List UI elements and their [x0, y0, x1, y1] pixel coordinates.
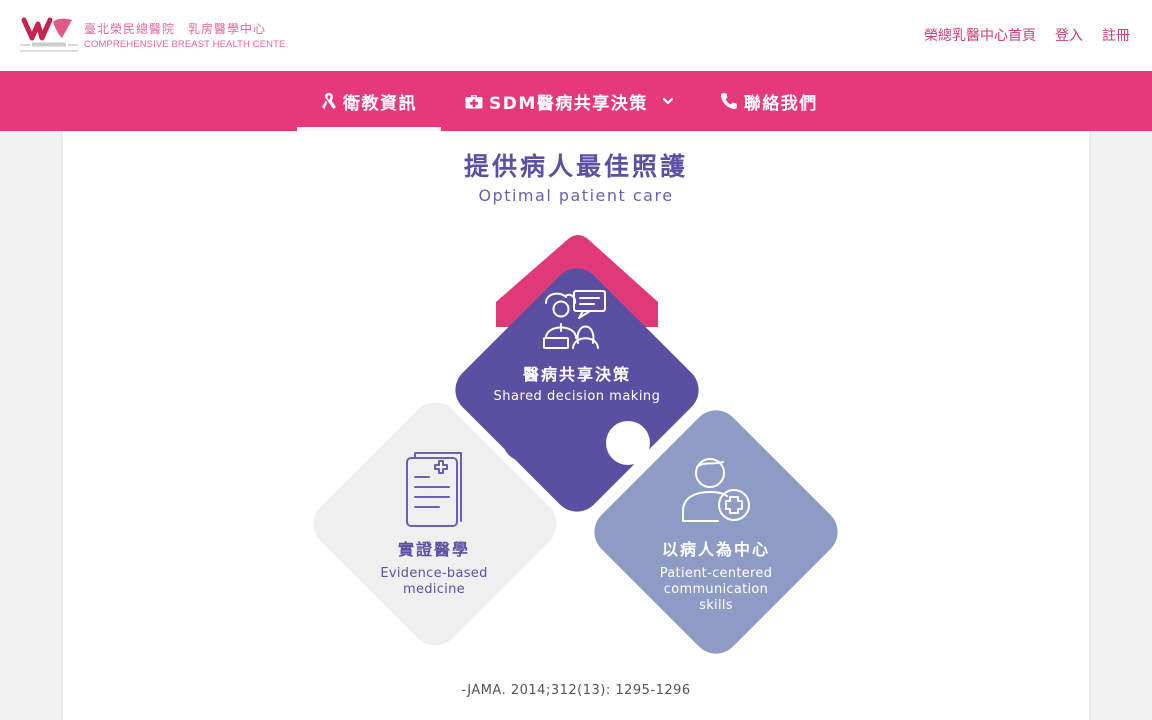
logo[interactable]: 臺北榮民總醫院 乳房醫學中心 COMPREHENSIVE BREAST HEAL… [20, 14, 285, 56]
evidence-based-subtitle-line2: medicine [403, 582, 465, 597]
ribbon-icon [322, 93, 336, 109]
nav-sdm-dropdown[interactable]: SDM醫病共享決策 [441, 71, 698, 131]
nav-sdm-label: SDM醫病共享決策 [489, 93, 648, 114]
evidence-based-subtitle-line1: Evidence-based [380, 566, 487, 581]
shared-decision-subtitle: Shared decision making [494, 389, 661, 404]
patient-centered-subtitle-line2: communication [664, 582, 768, 597]
logo-english-name: COMPREHENSIVE BREAST HEALTH CENTE [84, 39, 286, 50]
nav-contact-label: 聯絡我們 [743, 93, 818, 114]
patient-centered-title: 以病人為中心 [662, 540, 770, 559]
nav-health-education-label: 衛教資訊 [343, 93, 417, 114]
login-link[interactable]: 登入 [1055, 25, 1083, 45]
medical-kit-icon [465, 95, 483, 109]
chevron-down-icon [662, 97, 673, 105]
shared-decision-title: 醫病共享決策 [523, 365, 631, 384]
main-content: 提供病人最佳照護 Optimal patient care 醫病共享決策 Sha… [63, 131, 1089, 720]
logo-chinese-name: 臺北榮民總醫院 乳房醫學中心 [84, 22, 267, 36]
patient-centered-subtitle-line1: Patient-centered [660, 566, 773, 581]
nav-contact-us[interactable]: 聯絡我們 [698, 71, 842, 131]
patient-centered-subtitle-line3: skills [699, 598, 733, 613]
logo-mark-icon [20, 17, 78, 52]
nav-health-education[interactable]: 衛教資訊 [297, 71, 441, 131]
home-link[interactable]: 榮總乳醫中心首頁 [924, 25, 1036, 45]
phone-icon [720, 93, 737, 109]
citation: -JAMA. 2014;312(13): 1295-1296 [461, 683, 690, 698]
optimal-care-infographic: 提供病人最佳照護 Optimal patient care 醫病共享決策 Sha… [313, 152, 838, 698]
infographic-title-en: Optimal patient care [478, 186, 673, 205]
header: 臺北榮民總醫院 乳房醫學中心 COMPREHENSIVE BREAST HEAL… [0, 0, 1152, 71]
infographic-title-cn: 提供病人最佳照護 [464, 152, 688, 181]
register-link[interactable]: 註冊 [1102, 25, 1130, 45]
evidence-based-title: 實證醫學 [398, 540, 470, 559]
top-links: 榮總乳醫中心首頁 登入 註冊 [924, 25, 1130, 45]
main-nav: 衛教資訊 SDM醫病共享決策 聯絡我們 [0, 71, 1152, 131]
